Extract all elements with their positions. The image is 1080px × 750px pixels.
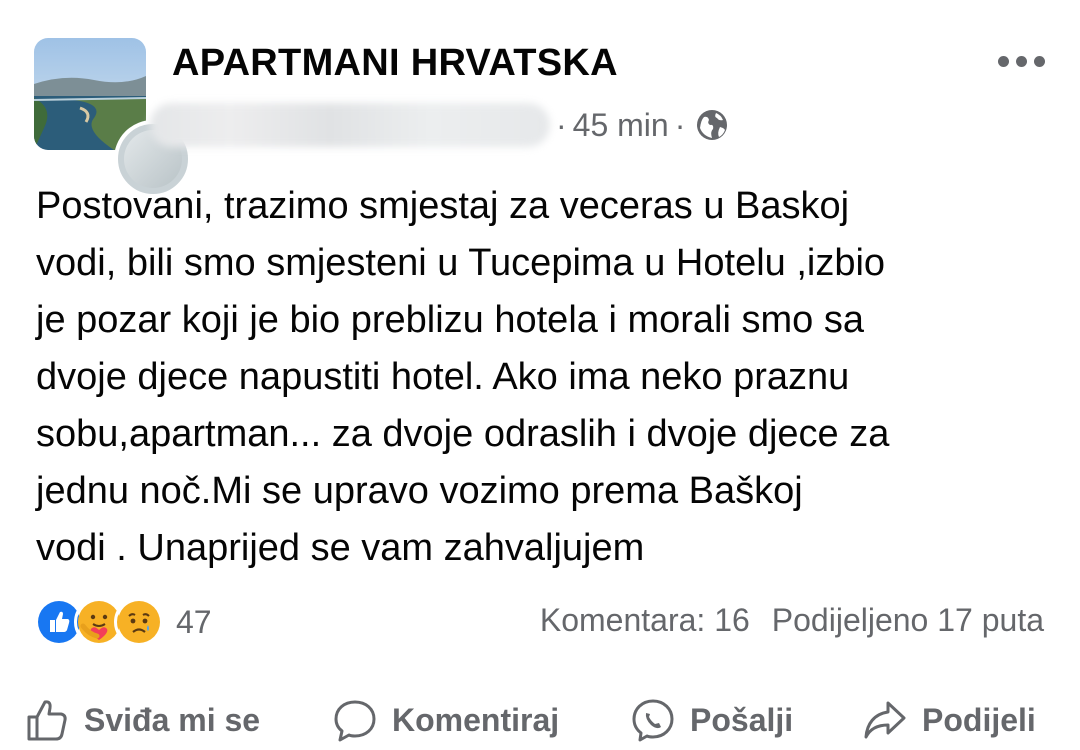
post-text-line: sobu,apartman... za dvoje odraslih i dvo…: [36, 413, 890, 455]
globe-icon: [697, 110, 728, 140]
comment-button[interactable]: Komentiraj: [332, 690, 559, 750]
share-button[interactable]: Podijeli: [862, 690, 1036, 750]
post-text-line: vodi . Unaprijed se vam zahvaljujem: [36, 527, 645, 569]
comment-icon: [334, 700, 376, 742]
thumbs-up-icon: [27, 700, 67, 741]
messenger-icon: [632, 699, 674, 742]
timestamp[interactable]: 45 min: [573, 107, 669, 144]
post-text-line: Postovani, trazimo smjestaj za veceras u…: [36, 185, 850, 227]
post-text-line: vodi, bili smo smjesteni u Tucepima u Ho…: [36, 242, 886, 284]
post-meta: · 45 min ·: [150, 102, 729, 148]
post-stats: 47 Komentara: 16 Podijeljeno 17 puta: [0, 596, 1080, 652]
comments-count[interactable]: Komentara: 16: [540, 602, 750, 638]
more-options-icon[interactable]: [998, 46, 1050, 76]
like-label: Sviđa mi se: [84, 701, 261, 738]
reactions-summary[interactable]: 47: [34, 596, 212, 648]
shares-count[interactable]: Podijeljeno 17 puta: [772, 602, 1044, 638]
sad-icon: [114, 597, 164, 647]
separator-2: ·: [674, 106, 686, 143]
post-header: APARTMANI HRVATSKA · 45 min ·: [0, 0, 1080, 198]
post-body: Postovani, trazimo smjestaj za veceras u…: [36, 178, 1046, 577]
action-bar: Sviđa mi se Komentiraj Pošalji Podijeli: [0, 690, 1080, 750]
separator: ·: [556, 106, 567, 143]
post-text-line: dvoje djece napustiti hotel. Ako ima nek…: [36, 356, 850, 398]
author-name-blurred[interactable]: [150, 103, 550, 147]
share-label: Podijeli: [922, 701, 1036, 738]
like-button[interactable]: Sviđa mi se: [24, 690, 260, 750]
avatar-group[interactable]: [34, 38, 192, 198]
reaction-count[interactable]: 47: [176, 604, 212, 641]
comment-label: Komentiraj: [392, 701, 560, 738]
post-text-line: je pozar koji je bio preblizu hotela i m…: [36, 299, 864, 341]
post-text-line: jednu noč.Mi se upravo vozimo prema Bašk…: [36, 470, 803, 512]
group-name[interactable]: APARTMANI HRVATSKA: [172, 42, 618, 85]
send-button[interactable]: Pošalji: [630, 690, 793, 750]
send-label: Pošalji: [690, 701, 794, 738]
engagement-counts: Komentara: 16 Podijeljeno 17 puta: [540, 602, 1044, 639]
share-icon: [864, 701, 906, 739]
